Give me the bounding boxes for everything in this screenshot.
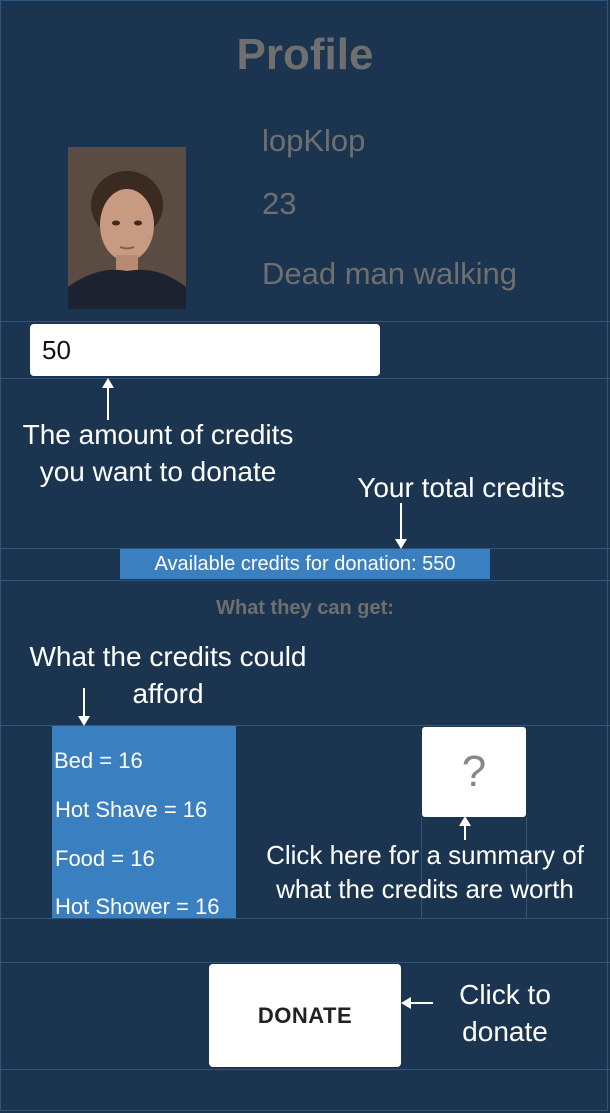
list-item: Hot Shower = 16 (55, 894, 220, 919)
annotation-text: Click here for a summary of (266, 840, 584, 870)
divider (0, 1069, 610, 1070)
annotation-afford: What the credits could afford (8, 638, 328, 712)
available-credits-label: Available credits for donation: 550 (120, 549, 490, 579)
annotation-text: afford (132, 678, 204, 709)
list-item: Bed = 16 (54, 748, 143, 773)
section-subheading: What they can get: (216, 597, 394, 619)
annotation-text: donate (462, 1016, 548, 1047)
annotation-donate: Click to donate (440, 976, 570, 1050)
annotation-summary: Click here for a summary of what the cre… (248, 838, 602, 906)
divider (0, 321, 610, 322)
annotation-text: What the credits could (29, 641, 307, 672)
annotation-arrow-down (78, 688, 90, 726)
credits-summary-button[interactable]: ? (422, 727, 526, 817)
profile-age: 23 (262, 186, 297, 221)
profile-username: lopKlop (262, 123, 366, 158)
divider (0, 580, 610, 581)
person-photo-icon (68, 147, 186, 309)
annotation-arrow-up (459, 816, 471, 840)
profile-status: Dead man walking (262, 256, 518, 291)
annotation-text: you want to donate (39, 456, 277, 487)
annotation-text: Click to (459, 979, 551, 1010)
divider (0, 378, 610, 379)
question-mark-icon: ? (461, 747, 487, 796)
annotation-text: The amount of credits (22, 419, 294, 450)
annotation-arrow-left (401, 997, 433, 1009)
annotation-amount: The amount of credits you want to donate (0, 416, 316, 490)
list-item: Hot Shave = 16 (55, 797, 208, 822)
annotation-total-credits: Your total credits (357, 472, 565, 503)
affordable-items-list: Bed = 16 Hot Shave = 16 Food = 16 Hot Sh… (52, 726, 236, 919)
annotation-arrow-up (102, 378, 114, 420)
list-item: Food = 16 (55, 846, 155, 871)
page-title: Profile (236, 30, 374, 79)
donate-button[interactable]: DONATE (209, 964, 401, 1067)
annotation-arrow-down (395, 503, 407, 549)
annotation-text: what the credits are worth (276, 874, 574, 904)
donation-amount-input[interactable] (30, 324, 380, 376)
divider (0, 962, 610, 963)
profile-photo (68, 147, 186, 309)
